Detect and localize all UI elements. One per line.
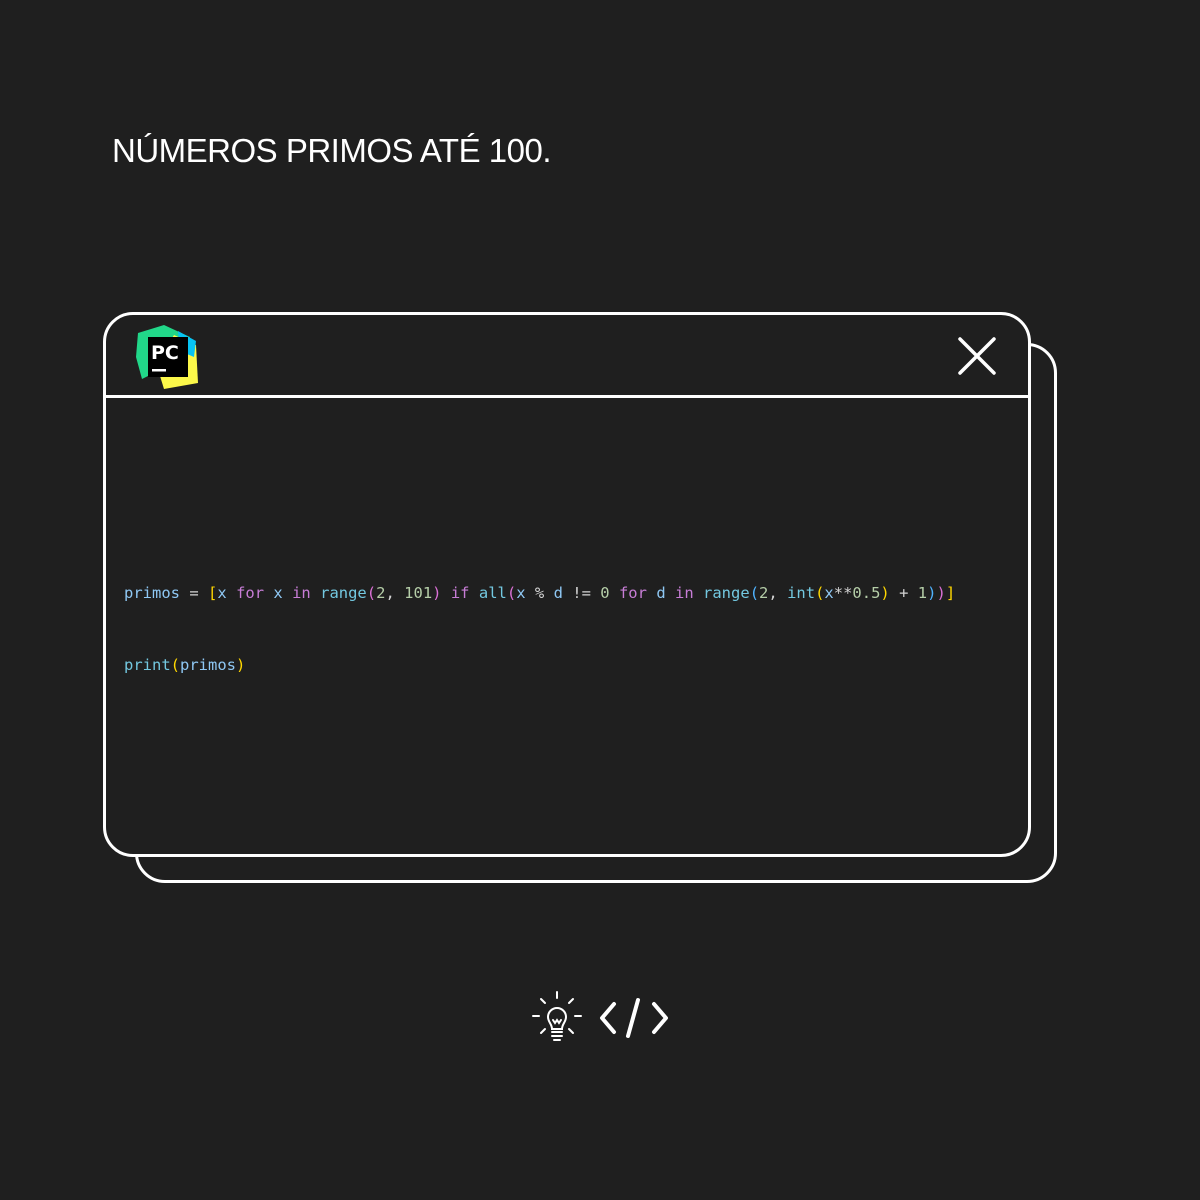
lightbulb-icon (532, 991, 582, 1041)
code-line-1: primos = [x for x in range(2, 101) if al… (124, 584, 956, 602)
window-titlebar: PC (106, 315, 1028, 398)
code-editor[interactable]: primos = [x for x in range(2, 101) if al… (124, 533, 1018, 725)
pycharm-logo-icon: PC (136, 325, 198, 389)
page-title: NÚMEROS PRIMOS ATÉ 100. (112, 132, 552, 169)
code-window: PC primos = [x for x in range(2, 101) if… (103, 312, 1031, 857)
close-icon[interactable] (956, 335, 998, 377)
pycharm-logo-text: PC (151, 342, 179, 364)
code-brackets-icon (600, 998, 668, 1038)
code-line-2: print(primos) (124, 656, 246, 674)
footer-icons (530, 990, 675, 1046)
